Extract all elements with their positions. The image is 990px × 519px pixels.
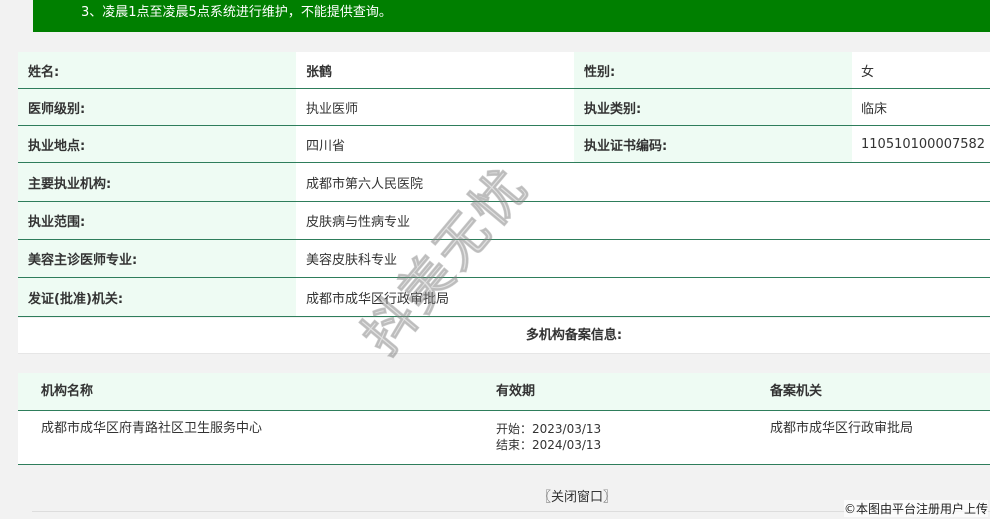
scope-label: 执业范围: [18, 202, 296, 239]
doctor-info-table: 姓名: 张鹤 性别: 女 医师级别: 执业医师 执业类别: 临床 执业地点: 四… [18, 52, 990, 317]
table-header: 机构名称 有效期 备案机关 [18, 373, 990, 411]
header-validity: 有效期 [496, 384, 536, 399]
info-row-org: 主要执业机构: 成都市第六人民医院 [18, 163, 990, 202]
row-validity-end: 结束：2024/03/13 [496, 438, 602, 452]
name-value: 张鹤 [296, 52, 574, 88]
multi-org-title: 多机构备案信息: [18, 318, 990, 354]
upload-footnote: ©本图由平台注册用户上传 [843, 500, 988, 517]
row-org-name: 成都市成华区府青路社区卫生服务中心 [41, 421, 263, 436]
table-row: 成都市成华区府青路社区卫生服务中心 开始：2023/03/13 结束：2024/… [18, 411, 990, 465]
header-authority: 备案机关 [770, 384, 823, 399]
gender-value: 女 [852, 52, 990, 88]
place-label: 执业地点: [18, 126, 296, 162]
category-value: 临床 [852, 89, 990, 125]
cosmetic-value: 美容皮肤科专业 [296, 240, 990, 277]
row-validity-start: 开始：2023/03/13 [496, 422, 602, 436]
name-label: 姓名: [18, 52, 296, 88]
place-value: 四川省 [296, 126, 574, 162]
org-label: 主要执业机构: [18, 163, 296, 201]
info-row-scope: 执业范围: 皮肤病与性病专业 [18, 202, 990, 240]
org-value: 成都市第六人民医院 [296, 163, 990, 201]
info-row-level: 医师级别: 执业医师 执业类别: 临床 [18, 89, 990, 126]
notice-banner: 3、凌晨1点至凌晨5点系统进行维护，不能提供查询。 [33, 0, 990, 32]
cert-value: 110510100007582 [852, 126, 990, 162]
multi-org-table: 机构名称 有效期 备案机关 成都市成华区府青路社区卫生服务中心 开始：2023/… [18, 373, 990, 465]
issuer-label: 发证(批准)机关: [18, 278, 296, 316]
row-validity: 开始：2023/03/13 结束：2024/03/13 [496, 421, 601, 453]
info-row-place: 执业地点: 四川省 执业证书编码: 110510100007582 [18, 126, 990, 163]
cert-label: 执业证书编码: [574, 126, 852, 162]
header-org-name: 机构名称 [41, 384, 94, 399]
cosmetic-label: 美容主诊医师专业: [18, 240, 296, 277]
row-authority: 成都市成华区行政审批局 [770, 421, 914, 436]
level-label: 医师级别: [18, 89, 296, 125]
close-window-link[interactable]: 〖关闭窗口〗 [538, 486, 616, 505]
info-row-issuer: 发证(批准)机关: 成都市成华区行政审批局 [18, 278, 990, 317]
scope-value: 皮肤病与性病专业 [296, 202, 990, 239]
issuer-value: 成都市成华区行政审批局 [296, 278, 990, 316]
gender-label: 性别: [574, 52, 852, 88]
info-row-name: 姓名: 张鹤 性别: 女 [18, 52, 990, 89]
notice-line: 3、凌晨1点至凌晨5点系统进行维护，不能提供查询。 [81, 5, 392, 20]
info-row-cosmetic: 美容主诊医师专业: 美容皮肤科专业 [18, 240, 990, 278]
level-value: 执业医师 [296, 89, 574, 125]
category-label: 执业类别: [574, 89, 852, 125]
